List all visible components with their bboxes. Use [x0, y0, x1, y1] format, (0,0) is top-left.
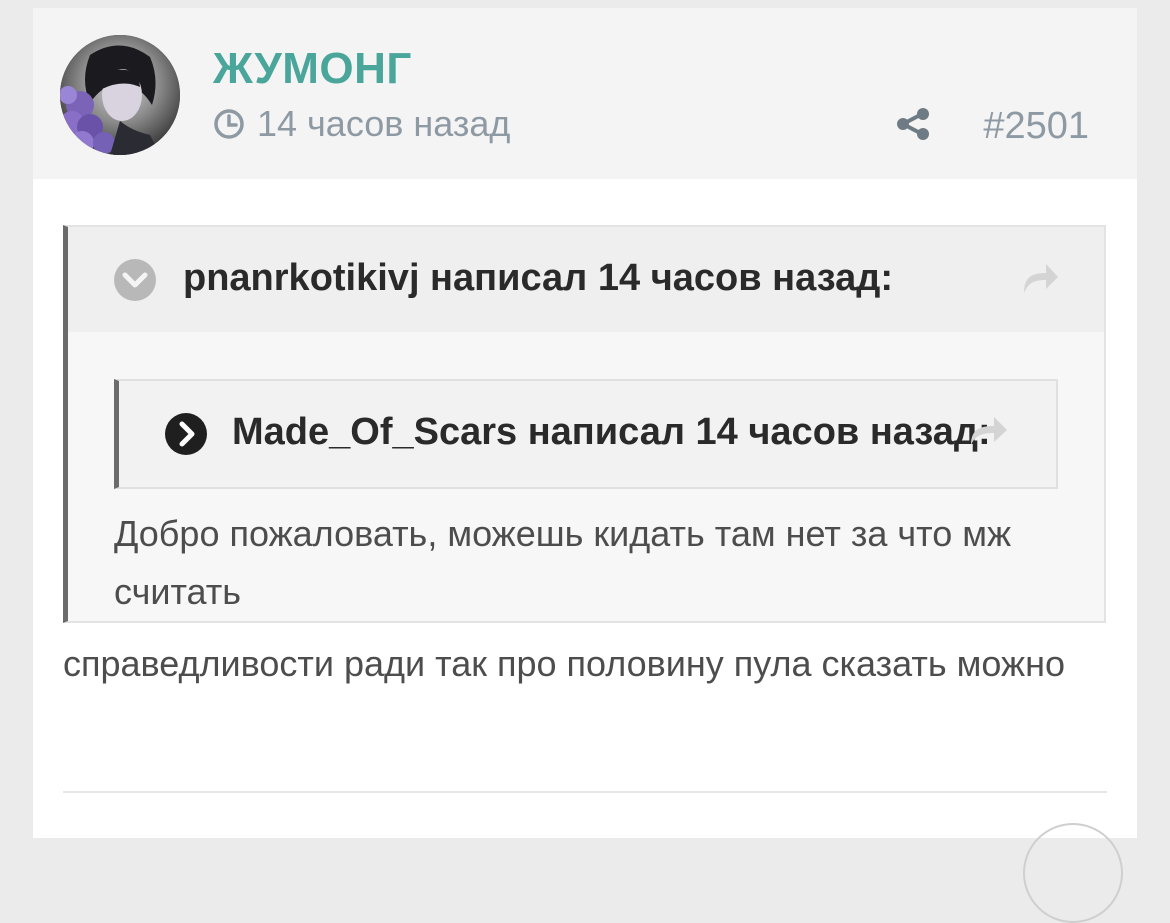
avatar[interactable]: [60, 35, 180, 155]
divider: [63, 791, 1107, 793]
post-body-text: справедливости ради так про половину пул…: [63, 643, 1066, 684]
author-name[interactable]: ЖУМОНГ: [213, 44, 412, 94]
reply-arrow-icon[interactable]: [1020, 259, 1060, 295]
chevron-down-icon[interactable]: [114, 259, 156, 301]
quote-text: Добро пожаловать, можешь кидать там нет …: [114, 513, 1012, 612]
quote-title: pnanrkotikivj написал 14 часов назад:: [183, 257, 894, 299]
nested-quote-block[interactable]: Made_Of_Scars написал 14 часов назад:: [114, 379, 1058, 489]
next-post-avatar[interactable]: [1023, 823, 1123, 923]
post-number-link[interactable]: #2501: [983, 105, 1089, 148]
nested-quote-title: Made_Of_Scars написал 14 часов назад:: [232, 411, 991, 453]
quote-header[interactable]: pnanrkotikivj написал 14 часов назад:: [68, 227, 1104, 332]
chevron-right-icon[interactable]: [165, 413, 207, 455]
post-card: ЖУМОНГ 14 часов назад #2501 pnanrkotikiv…: [33, 8, 1137, 923]
quote-block: pnanrkotikivj написал 14 часов назад: Ma…: [63, 225, 1106, 623]
share-icon[interactable]: [895, 106, 931, 142]
post-time-label: 14 часов назад: [257, 103, 511, 144]
avatar-image: [60, 35, 180, 155]
reply-arrow-icon[interactable]: [967, 413, 1009, 447]
post-header: ЖУМОНГ 14 часов назад #2501: [33, 8, 1137, 179]
post-time: 14 часов назад: [213, 103, 510, 145]
clock-icon: [214, 109, 244, 139]
